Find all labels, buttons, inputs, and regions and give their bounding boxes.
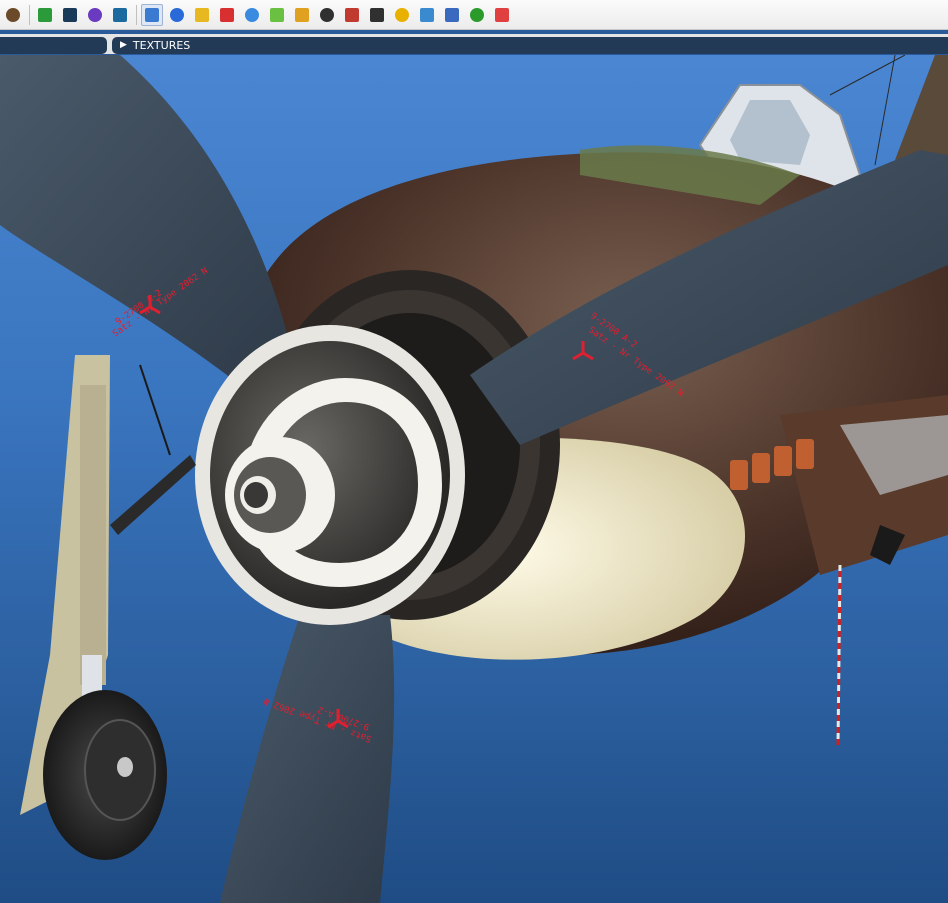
copy-icon — [195, 7, 209, 22]
collapsed-panel-tab[interactable] — [0, 37, 107, 54]
copy-button[interactable] — [191, 4, 213, 26]
main-toolbar — [0, 0, 948, 30]
3d-viewport[interactable]: 9-2700 A-2 Satz - Nr Type 2062 N 9-2700 … — [0, 55, 948, 903]
undo-icon — [88, 7, 102, 22]
red-cube-button[interactable] — [216, 4, 238, 26]
camera-rig-button[interactable] — [366, 4, 388, 26]
propeller-blade-lower — [220, 615, 395, 903]
skeleton-icon — [345, 7, 359, 22]
screenshot-button[interactable] — [109, 4, 131, 26]
statistics-button[interactable] — [141, 3, 163, 26]
skeleton-button[interactable] — [341, 4, 363, 26]
target-icon — [495, 7, 509, 22]
rgb-channels-button[interactable] — [34, 4, 56, 26]
dot-grid-button[interactable] — [466, 4, 488, 26]
bone-icon — [320, 7, 334, 22]
camera-rig-icon — [370, 7, 384, 22]
green-box-icon — [270, 7, 284, 22]
red-cube-icon — [220, 7, 234, 22]
blue-box-icon — [245, 7, 259, 22]
toolbar-separator — [136, 4, 137, 25]
aircraft-render: 9-2700 A-2 Satz - Nr Type 2062 N 9-2700 … — [0, 55, 948, 903]
viewer-logo-button[interactable] — [2, 4, 24, 26]
textures-panel-label: TEXTURES — [132, 39, 191, 52]
propeller-spinner — [195, 325, 465, 625]
film-strip-button[interactable] — [59, 4, 81, 26]
green-box-button[interactable] — [266, 4, 288, 26]
bone-button[interactable] — [316, 4, 338, 26]
undo-button[interactable] — [84, 4, 106, 26]
dot-grid-icon — [470, 7, 484, 22]
shell-icon — [395, 7, 409, 22]
film-strip-icon — [63, 7, 77, 22]
statistics-icon — [145, 7, 159, 22]
expand-arrow-icon: ▶ — [120, 40, 127, 50]
normals-button[interactable] — [416, 4, 438, 26]
axes-icon — [295, 7, 309, 22]
viewer-logo-icon — [6, 7, 20, 22]
shell-button[interactable] — [391, 4, 413, 26]
textures-panel-header[interactable]: ▶ TEXTURES — [112, 37, 948, 54]
blue-box-button[interactable] — [241, 4, 263, 26]
target-button[interactable] — [491, 4, 513, 26]
rgb-channels-icon — [38, 7, 52, 22]
screenshot-icon — [113, 7, 127, 22]
propeller-blade-upper-left — [0, 55, 290, 385]
grid-icon — [445, 7, 459, 22]
toolbar-separator — [29, 4, 30, 25]
normals-icon — [420, 7, 434, 22]
blue-cube-icon — [170, 7, 184, 22]
grid-button[interactable] — [441, 4, 463, 26]
blue-cube-button[interactable] — [166, 4, 188, 26]
landing-gear — [20, 355, 196, 860]
axes-button[interactable] — [291, 4, 313, 26]
